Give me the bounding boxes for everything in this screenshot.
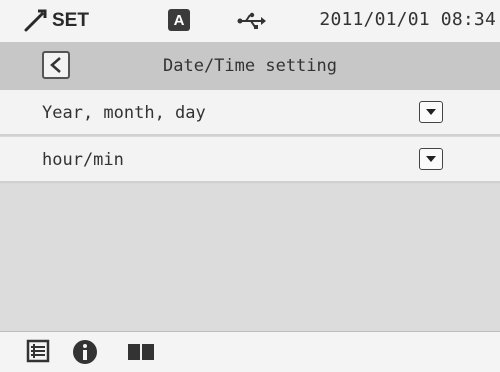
setting-row-time[interactable]: hour/min — [0, 137, 500, 183]
list-icon[interactable] — [26, 339, 50, 363]
setting-row-date[interactable]: Year, month, day — [0, 90, 500, 136]
mode-a-badge: A — [168, 9, 190, 31]
book-icon[interactable] — [126, 339, 156, 363]
title-bar: Date/Time setting — [0, 42, 500, 90]
info-icon[interactable] — [72, 339, 98, 365]
date-dropdown-button[interactable] — [419, 101, 443, 123]
set-mode-indicator: SET — [22, 8, 89, 34]
page-title: Date/Time setting — [163, 56, 337, 76]
dropdown-arrow-icon — [426, 156, 436, 162]
setting-label: hour/min — [42, 150, 124, 170]
status-bar: SET A 2011/01/01 08:34 — [0, 0, 500, 42]
settings-wrench-icon — [24, 9, 47, 32]
empty-content-area — [0, 184, 500, 331]
setting-label: Year, month, day — [42, 103, 206, 123]
clock: 2011/01/01 08:34 — [319, 9, 496, 30]
time-dropdown-button[interactable] — [419, 148, 443, 170]
mode-label: SET — [52, 10, 89, 31]
dropdown-arrow-icon — [426, 109, 436, 115]
usb-icon — [237, 12, 266, 29]
bottom-toolbar — [0, 331, 500, 372]
